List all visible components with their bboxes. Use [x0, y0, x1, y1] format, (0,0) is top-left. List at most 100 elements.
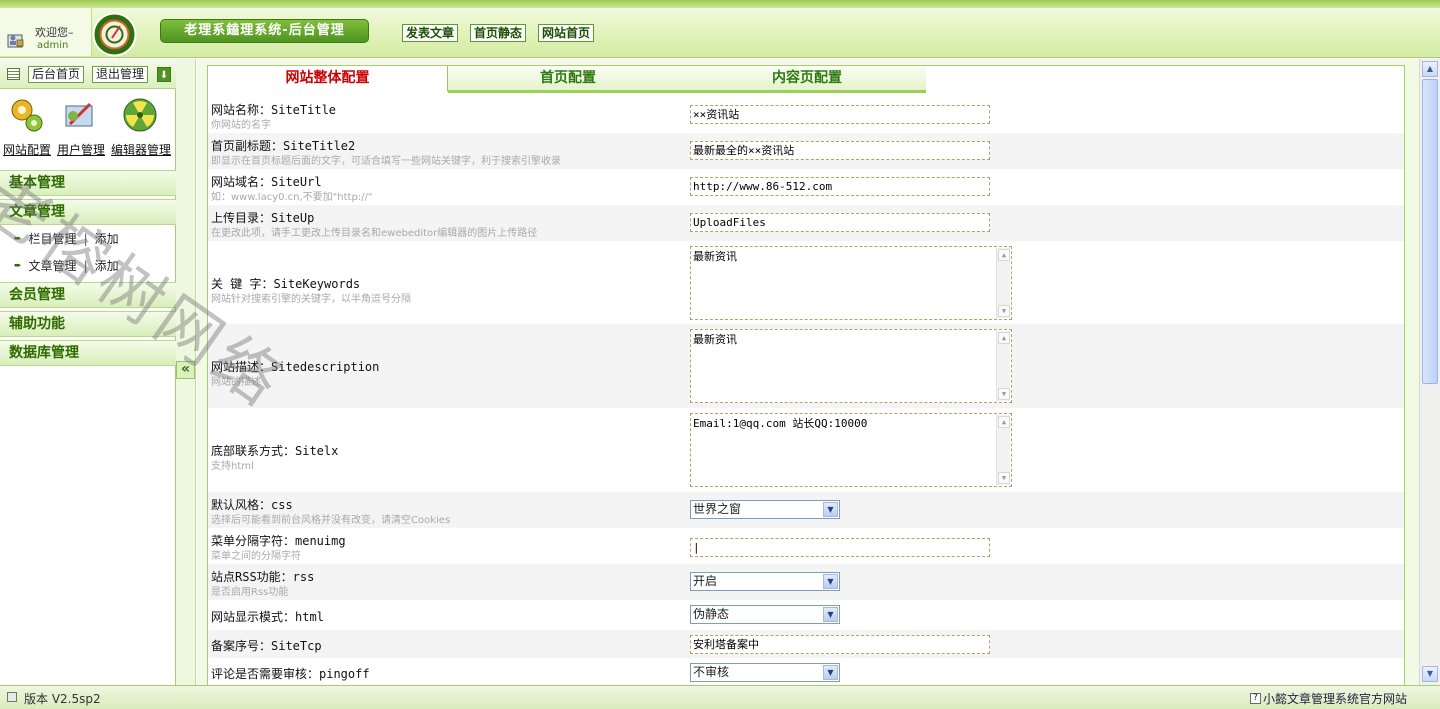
tab-content-config[interactable]: 内容页配置: [688, 66, 926, 93]
chevron-down-icon: ▼: [823, 502, 838, 517]
field-hint: 选择后可能看到前台风格并没有改变，请清空Cookies: [211, 515, 451, 526]
field-hint: 是否启用Rss功能: [211, 587, 289, 598]
status-footer: 版本 V2.5sp2 ? 小懿文章管理系统官方网站: [0, 685, 1440, 709]
field-label: 网站显示模式：html: [211, 610, 324, 624]
header-top-band: [0, 0, 1440, 8]
logout-button[interactable]: 退出管理: [92, 66, 149, 83]
welcome-text: 欢迎您–: [35, 26, 74, 39]
form-row-menuimg: 菜单分隔字符：menuimg 菜单之间的分隔字符 |: [208, 528, 1404, 564]
top-links: 发表文章 首页静态 网站首页: [402, 24, 595, 42]
field-label: 评论是否需要审核：pingoff: [211, 667, 370, 681]
form-row-site-title: 网站名称：SiteTitle 你网站的名字 ××资讯站: [208, 97, 1404, 133]
site-title2-input[interactable]: 最新最全的××资讯站: [690, 141, 990, 160]
form-row-html: 网站显示模式：html 伪静态 ▼: [208, 600, 1404, 630]
version-icon: [7, 692, 17, 702]
menu-article[interactable]: 文章管理: [0, 199, 176, 225]
sidebar-toolbar: 后台首页 退出管理 ⬇: [0, 59, 176, 89]
left-sidebar: 后台首页 退出管理 ⬇ 网站配置 用户管理 编辑器管理 基本管理 文章管理 ➨ …: [0, 59, 176, 685]
form-row-site-title2: 首页副标题：SiteTitle2 即显示在首页标题后面的文字，可适合填写一些网站…: [208, 133, 1404, 169]
editor-radioactive-icon[interactable]: [122, 96, 158, 134]
tab-home-config[interactable]: 首页配置: [448, 66, 688, 93]
site-url-input[interactable]: http://www.86-512.com: [690, 177, 990, 196]
form-row-sitetcp: 备案序号：SiteTcp 安利塔备案中: [208, 630, 1404, 658]
top-header: 欢迎您– admin 老理系鎑理系统-后台管理 发表文章 首页静态 网站首页: [0, 0, 1440, 58]
page-scrollbar[interactable]: ▲ ▼: [1419, 59, 1440, 685]
config-tabs: 网站整体配置 首页配置 内容页配置: [208, 66, 1404, 93]
form-row-keywords: 关 键 字：SiteKeywords 网站针对搜索引擎的关键字，以半角逗号分隔 …: [208, 241, 1404, 324]
homepage-static-link[interactable]: 首页静态: [470, 24, 527, 42]
column-mgmt-link[interactable]: 栏目管理: [29, 230, 77, 247]
form-row-pingoff: 评论是否需要审核：pingoff 不审核 ▼: [208, 658, 1404, 685]
form-row-sitelx: 底部联系方式：Sitelx 支持html Email:1@qq.com 站长QQ…: [208, 408, 1404, 492]
version-label: 版本 V2.5sp2: [24, 692, 101, 706]
menu-aux[interactable]: 辅助功能: [0, 311, 176, 337]
article-add-link[interactable]: 添加: [95, 257, 119, 274]
site-title-input[interactable]: ××资讯站: [690, 105, 990, 124]
field-label: 备案序号：SiteTcp: [211, 639, 322, 653]
form-row-site-up: 上传目录：SiteUp 在更改此项，请手工更改上传目录名和ewebeditor编…: [208, 205, 1404, 241]
user-lock-icon: [7, 34, 24, 48]
field-hint: 支持html: [211, 461, 254, 472]
editor-mgmt-link[interactable]: 编辑器管理: [111, 141, 171, 158]
textarea-scrollbar[interactable]: ▲ ▼: [996, 248, 1010, 318]
form-row-css: 默认风格：css 选择后可能看到前台风格并没有改变，请清空Cookies 世界之…: [208, 492, 1404, 528]
menu-database[interactable]: 数据库管理: [0, 340, 176, 366]
config-panel: 网站整体配置 首页配置 内容页配置 网站名称：SiteTitle 你网站的名字 …: [207, 65, 1405, 685]
scrollbar-thumb[interactable]: [1422, 79, 1438, 384]
welcome-box: 欢迎您– admin: [0, 8, 92, 56]
tab-site-config[interactable]: 网站整体配置: [208, 66, 448, 92]
form-row-site-url: 网站域名：SiteUrl 如：www.lacy0.cn,不要加"http://"…: [208, 169, 1404, 205]
post-article-link[interactable]: 发表文章: [402, 24, 459, 42]
pingoff-select[interactable]: 不审核 ▼: [690, 663, 840, 682]
site-up-input[interactable]: UploadFiles: [690, 213, 990, 232]
field-hint: 网站的描述: [211, 377, 261, 388]
column-add-link[interactable]: 添加: [95, 230, 119, 247]
help-icon: ?: [1250, 693, 1261, 704]
field-hint: 即显示在首页标题后面的文字，可适合填写一些网站关键字，利于搜索引擎收录: [211, 156, 561, 167]
rss-select[interactable]: 开启 ▼: [690, 572, 840, 591]
site-home-link[interactable]: 网站首页: [538, 24, 595, 42]
form-row-description: 网站描述：Sitedescription 网站的描述 最新资讯 ▲ ▼: [208, 324, 1404, 408]
field-hint: 在更改此项，请手工更改上传目录名和ewebeditor编辑器的图片上传路径: [211, 228, 538, 239]
textarea-scrollbar[interactable]: ▲ ▼: [996, 415, 1010, 485]
system-logo-icon: [92, 12, 137, 57]
arrow-down-icon[interactable]: ⬇: [157, 67, 171, 82]
html-mode-select[interactable]: 伪静态 ▼: [690, 605, 840, 624]
username-label: admin: [37, 40, 69, 51]
site-config-link[interactable]: 网站配置: [3, 141, 51, 158]
description-textarea[interactable]: 最新资讯 ▲ ▼: [690, 329, 1012, 403]
menuimg-input[interactable]: |: [690, 538, 990, 557]
keywords-textarea[interactable]: 最新资讯 ▲ ▼: [690, 246, 1012, 320]
textarea-scrollbar[interactable]: ▲ ▼: [996, 331, 1010, 401]
sitetcp-input[interactable]: 安利塔备案中: [690, 635, 990, 654]
scroll-down-icon[interactable]: ▼: [1422, 666, 1438, 682]
field-hint: 菜单之间的分隔字符: [211, 551, 301, 562]
quick-labels: 网站配置 用户管理 编辑器管理: [3, 141, 171, 158]
admin-home-button[interactable]: 后台首页: [28, 66, 85, 83]
calendar-icon: [7, 68, 20, 80]
menu-member[interactable]: 会员管理: [0, 282, 176, 308]
chevron-down-icon: ▼: [823, 665, 838, 680]
submenu-article: ➨ 文章管理 | 添加: [14, 257, 119, 274]
field-hint: 网站针对搜索引擎的关键字，以半角逗号分隔: [211, 294, 411, 305]
official-site-link[interactable]: ? 小懿文章管理系统官方网站: [1250, 690, 1407, 707]
arrow-right-icon: ➨: [14, 233, 22, 244]
menu-basic[interactable]: 基本管理: [0, 170, 176, 196]
main-content: 网站整体配置 首页配置 内容页配置 网站名称：SiteTitle 你网站的名字 …: [197, 59, 1419, 685]
gear-settings-icon[interactable]: [8, 96, 44, 134]
chevron-down-icon: ▼: [823, 607, 838, 622]
arrow-right-icon: ➨: [14, 260, 22, 271]
user-mgmt-link[interactable]: 用户管理: [57, 141, 105, 158]
chevron-down-icon: ▼: [823, 574, 838, 589]
collapse-sidebar-button[interactable]: «: [176, 361, 195, 379]
form-row-rss: 站点RSS功能：rss 是否启用Rss功能 开启 ▼: [208, 564, 1404, 600]
scroll-up-icon[interactable]: ▲: [1422, 61, 1438, 77]
user-tools-icon[interactable]: [62, 96, 98, 134]
field-hint: 你网站的名字: [211, 120, 271, 131]
css-select[interactable]: 世界之窗 ▼: [690, 500, 840, 519]
sitelx-textarea[interactable]: Email:1@qq.com 站长QQ:10000 ▲ ▼: [690, 413, 1012, 487]
system-title: 老理系鎑理系统-后台管理: [160, 19, 369, 43]
submenu-column: ➨ 栏目管理 | 添加: [14, 230, 119, 247]
field-hint: 如：www.lacy0.cn,不要加"http://": [211, 192, 373, 203]
article-mgmt-link[interactable]: 文章管理: [29, 257, 77, 274]
